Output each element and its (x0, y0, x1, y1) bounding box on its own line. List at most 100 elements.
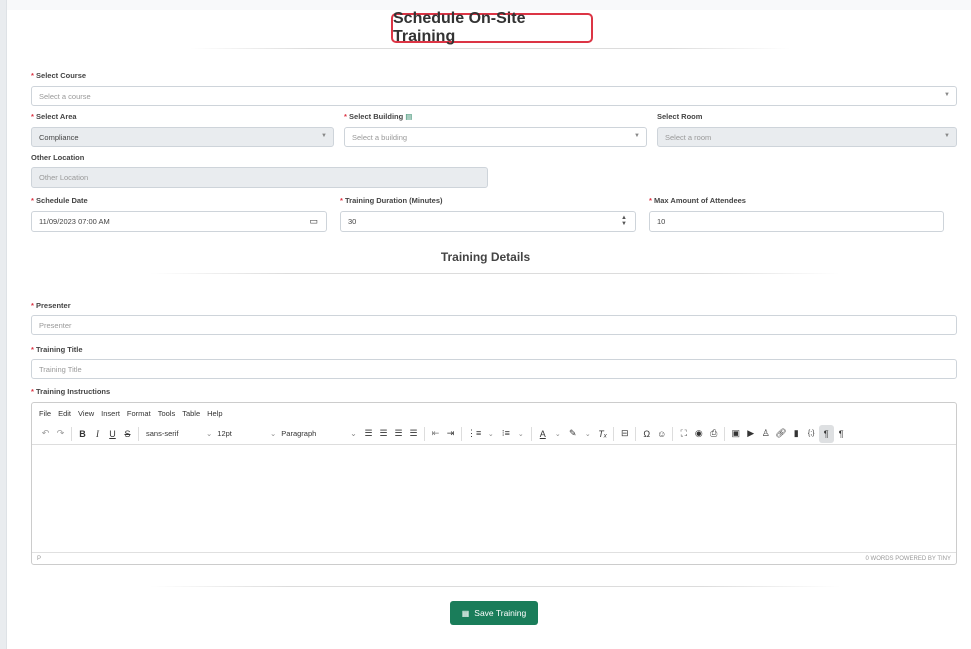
footer-divider (150, 586, 840, 587)
page-title: Schedule On-Site Training (391, 10, 593, 45)
duration-label: * Training Duration (Minutes) (340, 196, 443, 205)
text-color-icon[interactable]: A (535, 425, 550, 443)
preview-icon[interactable]: ◉ (691, 425, 706, 443)
max-attendees-input[interactable]: 10 (649, 211, 944, 232)
chevron-down-icon[interactable]: ⌄ (346, 425, 361, 443)
chevron-down-icon: ▼ (944, 92, 950, 98)
rtl-icon[interactable]: ¶ (834, 425, 849, 443)
align-justify-icon[interactable]: ☰ (406, 425, 421, 443)
bookmark-icon[interactable]: ▮ (789, 425, 804, 443)
chevron-down-icon[interactable]: ⌄ (483, 425, 498, 443)
presenter-label: * Presenter (31, 301, 71, 310)
clear-formatting-icon[interactable]: Tₓ (595, 425, 610, 443)
training-details-heading: Training Details (440, 250, 531, 264)
menu-tools[interactable]: Tools (158, 409, 176, 418)
editor-content-area[interactable] (32, 445, 956, 552)
toolbar-divider (724, 426, 726, 441)
chevron-down-icon: ▼ (944, 133, 950, 139)
menu-table[interactable]: Table (182, 409, 200, 418)
align-left-icon[interactable]: ☰ (361, 425, 376, 443)
toolbar-divider (672, 426, 674, 441)
editor-statusbar: P 0 WORDS POWERED BY TINY (32, 552, 956, 564)
indent-icon[interactable]: ⇥ (443, 425, 458, 443)
menu-insert[interactable]: Insert (101, 409, 120, 418)
image-icon[interactable]: ▣ (728, 425, 743, 443)
calendar-icon[interactable]: ▭ (309, 216, 318, 227)
max-attendees-label: * Max Amount of Attendees (649, 196, 746, 205)
course-label: * Select Course (31, 71, 87, 80)
building-label: * Select Building ▤ (344, 112, 413, 121)
strikethrough-icon[interactable]: S (120, 425, 135, 443)
chevron-down-icon[interactable]: ⌄ (580, 425, 595, 443)
font-size-dropdown[interactable]: ⌄ 12pt (202, 425, 266, 443)
block-format-dropdown[interactable]: ⌄ Paragraph (266, 425, 346, 443)
toolbar-divider (138, 426, 139, 441)
chevron-down-icon[interactable]: ⌄ (513, 425, 528, 443)
toolbar-divider (461, 426, 462, 441)
print-icon[interactable]: ⎙ (706, 425, 721, 443)
other-location-input[interactable]: Other Location (31, 167, 488, 188)
element-path[interactable]: P (37, 556, 41, 562)
training-title-label: * Training Title (31, 345, 83, 354)
highlight-color-icon[interactable]: ✎ (565, 425, 580, 443)
numbered-list-icon[interactable]: ⋮≡ (465, 425, 483, 443)
other-location-label: Other Location (31, 153, 85, 162)
italic-icon[interactable]: I (90, 425, 105, 443)
area-select[interactable]: Compliance ▼ (31, 127, 334, 147)
schedule-date-input[interactable]: 11/09/2023 07:00 AM ▭ (31, 211, 327, 232)
toolbar-divider (531, 426, 533, 441)
menu-edit[interactable]: Edit (58, 409, 71, 418)
chevron-down-icon: ▼ (321, 133, 327, 139)
ltr-icon[interactable]: ¶ (818, 424, 834, 443)
link-icon[interactable]: 🔗︎ (773, 425, 788, 443)
left-sidebar-edge (0, 0, 7, 649)
undo-icon[interactable]: ↶ (38, 425, 53, 443)
redo-icon[interactable]: ↷ (53, 425, 68, 443)
outdent-icon[interactable]: ⇤ (428, 425, 443, 443)
menu-help[interactable]: Help (207, 409, 222, 418)
chevron-down-icon[interactable]: ⌄ (550, 425, 565, 443)
fullscreen-icon[interactable]: ⛶ (676, 425, 691, 443)
chevron-down-icon: ⌄ (270, 429, 277, 438)
align-right-icon[interactable]: ☰ (391, 425, 406, 443)
schedule-date-label: * Schedule Date (31, 196, 88, 205)
presenter-input[interactable]: Presenter (31, 315, 957, 335)
align-center-icon[interactable]: ☰ (376, 425, 391, 443)
duration-input[interactable]: 30 ▲ ▼ (340, 211, 636, 232)
toolbar-divider (71, 426, 72, 441)
toolbar-divider (613, 426, 615, 441)
stamp-icon[interactable]: ♙ (758, 425, 773, 443)
word-count-status: 0 WORDS POWERED BY TINY (865, 555, 951, 562)
top-strip (7, 0, 971, 10)
room-label: Select Room (657, 112, 703, 121)
instructions-label: * Training Instructions (31, 387, 111, 396)
chevron-down-icon: ▼ (634, 133, 640, 139)
emoji-icon[interactable]: ☺ (654, 425, 669, 443)
rich-text-editor[interactable]: File Edit View Insert Format Tools Table… (31, 402, 957, 565)
course-select[interactable]: Select a course ▼ (31, 86, 957, 106)
code-sample-icon[interactable]: {;} (804, 425, 819, 443)
calendar-icon: ▦ (461, 608, 470, 618)
editor-toolbar: ↶ ↷ B I U S sans-serif ⌄ 12pt ⌄ Paragraph … (32, 423, 956, 445)
area-label: * Select Area (31, 112, 77, 121)
page-break-icon[interactable]: ⊟ (617, 425, 632, 443)
save-training-button[interactable]: ▦ Save Training (450, 601, 538, 625)
toolbar-divider (635, 426, 637, 441)
special-character-icon[interactable]: Ω (639, 425, 654, 443)
bullet-list-icon[interactable]: ⁝≡ (498, 425, 513, 443)
title-divider (190, 48, 790, 49)
toolbar-divider (424, 426, 425, 441)
media-icon[interactable]: ▶ (743, 425, 758, 443)
building-select[interactable]: Select a building ▼ (344, 127, 647, 147)
menu-view[interactable]: View (78, 409, 94, 418)
training-title-input[interactable]: Training Title (31, 359, 957, 379)
spinner-icon[interactable]: ▲ ▼ (621, 215, 627, 227)
chevron-down-icon: ⌄ (206, 429, 213, 438)
bold-icon[interactable]: B (75, 425, 90, 443)
room-select[interactable]: Select a room ▼ (657, 127, 957, 147)
info-icon[interactable]: ▤ (405, 112, 412, 121)
menu-format[interactable]: Format (127, 409, 151, 418)
menu-file[interactable]: File (39, 409, 51, 418)
font-family-dropdown[interactable]: sans-serif (142, 425, 202, 443)
underline-icon[interactable]: U (105, 425, 120, 443)
